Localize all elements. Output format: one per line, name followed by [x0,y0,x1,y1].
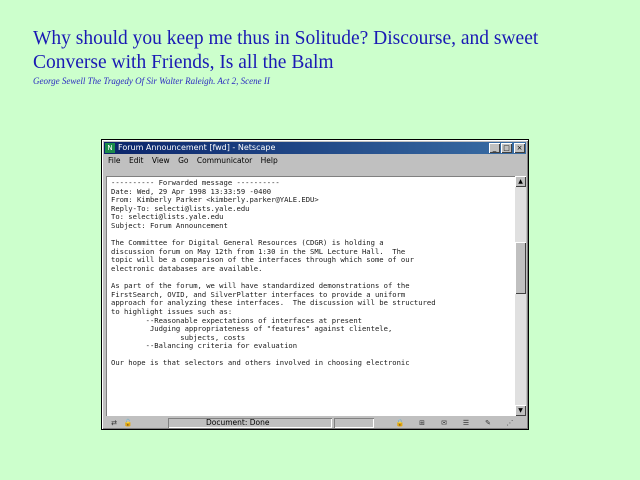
menu-go[interactable]: Go [178,156,188,165]
resize-grip-icon[interactable]: ⋰ [504,418,516,428]
close-button[interactable]: × [514,143,525,153]
connection-icon: ⇄ [111,419,117,427]
status-bar: ⇄ 🔓 Document: Done 🔒 ⊞ ✉ ☰ ✎ ⋰ [104,417,526,429]
lock-icon[interactable]: 🔒 [394,418,406,428]
scroll-thumb[interactable] [515,242,526,294]
maximize-button[interactable]: □ [501,143,512,153]
message-line: Our hope is that selectors and others in… [111,358,410,368]
vertical-scrollbar[interactable]: ▲ ▼ [515,176,526,416]
news-icon[interactable]: ☰ [460,418,472,428]
message-text: ---------- Forwarded message ---------- … [107,177,515,368]
window-title: Forum Announcement [fwd] - Netscape [118,143,276,152]
message-line: electronic databases are available. [111,263,263,273]
status-text: Document: Done [168,418,332,428]
menu-bar: File Edit View Go Communicator Help [104,155,526,166]
citation: George Sewell The Tragedy Of Sir Walter … [33,76,270,86]
menu-edit[interactable]: Edit [129,156,144,165]
quote-line-1: Why should you keep me thus in Solitude?… [33,28,539,49]
menu-file[interactable]: File [108,156,121,165]
title-bar[interactable]: N Forum Announcement [fwd] - Netscape _ … [104,142,526,154]
component-icon[interactable]: ⊞ [416,418,428,428]
netscape-icon[interactable]: N [105,143,115,153]
composer-icon[interactable]: ✎ [482,418,494,428]
message-line: Subject: Forum Announcement [111,220,228,230]
message-content[interactable]: ---------- Forwarded message ---------- … [106,176,515,416]
browser-window: N Forum Announcement [fwd] - Netscape _ … [101,139,529,430]
mail-icon[interactable]: ✉ [438,418,450,428]
security-icon[interactable]: 🔓 [122,418,134,428]
minimize-button[interactable]: _ [489,143,500,153]
menu-view[interactable]: View [152,156,170,165]
quote: Why should you keep me thus in Solitude?… [33,27,633,75]
quote-line-2: Converse with Friends, Is all the Balm [33,52,334,73]
scroll-up-button[interactable]: ▲ [515,176,526,187]
menu-help[interactable]: Help [261,156,278,165]
message-line: --Balancing criteria for evaluation [145,341,298,351]
menu-communicator[interactable]: Communicator [197,156,252,165]
scroll-down-button[interactable]: ▼ [515,405,526,416]
progress-box [334,418,374,428]
